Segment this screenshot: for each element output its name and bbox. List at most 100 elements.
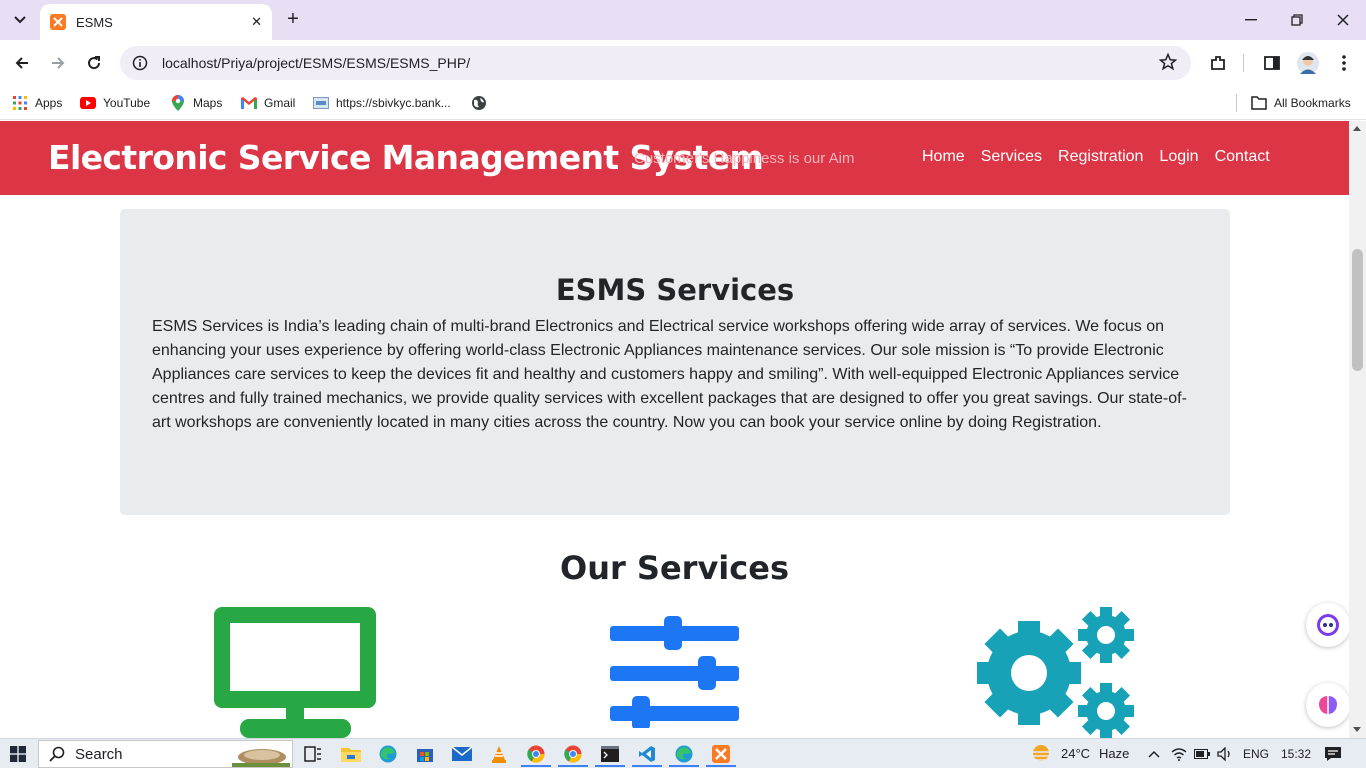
profile-avatar[interactable] <box>1295 50 1321 76</box>
bookmark-gmail[interactable]: Gmail <box>241 93 295 113</box>
bookmark-label: Gmail <box>264 96 296 110</box>
taskbar-search[interactable]: Search <box>38 740 293 768</box>
nav-login[interactable]: Login <box>1159 148 1198 166</box>
scroll-down-icon[interactable] <box>1353 727 1361 732</box>
all-bookmarks-label: All Bookmarks <box>1274 96 1351 110</box>
brain-extension-button[interactable] <box>1306 683 1349 727</box>
weather-temp[interactable]: 24°C <box>1061 746 1090 761</box>
file-explorer-icon[interactable] <box>340 743 362 765</box>
new-tab-icon[interactable]: + <box>282 8 304 32</box>
page-scrollbar[interactable] <box>1349 121 1366 738</box>
browser-toolbar: localhost/Priya/project/ESMS/ESMS/ESMS_P… <box>0 40 1366 86</box>
gears-icon <box>974 607 1136 738</box>
bookmark-sbi[interactable]: https://sbivkyc.bank... <box>313 93 451 113</box>
bookmark-label: Apps <box>35 96 63 110</box>
site-info-icon[interactable] <box>132 55 148 71</box>
bookmark-youtube[interactable]: YouTube <box>80 93 150 113</box>
scroll-thumb[interactable] <box>1352 249 1363 371</box>
folder-icon <box>1251 95 1267 111</box>
extensions-icon[interactable] <box>1205 50 1231 76</box>
scroll-up-icon[interactable] <box>1353 126 1361 131</box>
speaker-icon[interactable] <box>1214 743 1236 765</box>
weather-desc[interactable]: Haze <box>1099 746 1129 761</box>
side-panel-icon[interactable] <box>1259 50 1285 76</box>
edge-dev-indicator <box>669 765 699 767</box>
toolbar-divider <box>1243 54 1244 72</box>
reload-icon[interactable] <box>81 50 107 76</box>
terminal-icon[interactable] <box>599 743 621 765</box>
browser-tab[interactable]: ESMS ✕ <box>40 4 272 40</box>
windows-taskbar: Search 24°C Haze ENG 15:32 <box>0 738 1366 768</box>
restore-icon[interactable] <box>1282 8 1312 32</box>
site-menu: Home Services Registration Login Contact <box>922 148 1286 166</box>
bank-site-icon <box>313 95 329 111</box>
xampp-icon[interactable] <box>710 743 732 765</box>
minimize-icon[interactable] <box>1236 8 1266 32</box>
search-label: Search <box>75 745 123 763</box>
battery-icon[interactable] <box>1191 743 1213 765</box>
jumbotron-title: ESMS Services <box>555 273 795 307</box>
nav-services[interactable]: Services <box>981 148 1042 166</box>
nav-contact[interactable]: Contact <box>1215 148 1270 166</box>
bookmark-apps[interactable]: Apps <box>12 93 62 113</box>
edge-dev-icon[interactable] <box>673 743 695 765</box>
task-view-icon[interactable] <box>302 743 324 765</box>
sliders-icon <box>610 616 740 733</box>
bookmark-label: YouTube <box>103 96 151 110</box>
assistant-bot-button[interactable] <box>1306 603 1349 647</box>
wifi-icon[interactable] <box>1168 743 1190 765</box>
notifications-icon[interactable] <box>1322 743 1344 765</box>
all-bookmarks[interactable]: All Bookmarks <box>1251 93 1351 113</box>
chrome-profile-taskbar-icon[interactable] <box>562 743 584 765</box>
bookmark-label: Maps <box>193 96 223 110</box>
jumbotron-text: ESMS Services is India’s leading chain o… <box>152 318 1187 431</box>
chrome-menu-icon[interactable] <box>1331 50 1357 76</box>
bookmarks-bar: Apps YouTube Maps Gmail https://sbivkyc.… <box>0 86 1366 120</box>
apps-grid-icon <box>12 95 28 111</box>
jumbotron: ESMS Services ESMS Services is India’s l… <box>120 209 1230 515</box>
windows-start-icon[interactable] <box>10 746 26 767</box>
clock[interactable]: 15:32 <box>1281 747 1311 761</box>
search-icon <box>49 746 65 762</box>
store-icon[interactable] <box>414 743 436 765</box>
tray-chevron-icon[interactable] <box>1143 743 1165 765</box>
bookmark-globe[interactable] <box>471 93 494 113</box>
maps-icon <box>170 95 186 111</box>
weather-haze-icon[interactable] <box>1030 743 1052 765</box>
forward-icon[interactable] <box>45 50 71 76</box>
monitor-icon <box>214 607 376 738</box>
nav-registration[interactable]: Registration <box>1058 148 1143 166</box>
globe-icon <box>471 95 487 111</box>
close-window-icon[interactable] <box>1328 8 1358 32</box>
services-title: Our Services <box>560 549 789 587</box>
youtube-icon <box>80 95 96 111</box>
mail-icon[interactable] <box>451 743 473 765</box>
tab-close-icon[interactable]: ✕ <box>251 14 262 30</box>
site-navbar: Electronic Service Management System Cus… <box>0 121 1349 195</box>
tab-search-chevron-icon[interactable] <box>8 8 32 32</box>
chrome-profile-indicator <box>558 765 588 767</box>
xampp-favicon-icon <box>50 14 66 30</box>
brain-icon <box>1319 696 1337 714</box>
bookmark-star-icon[interactable] <box>1158 52 1178 76</box>
vlc-icon[interactable] <box>488 743 510 765</box>
chrome-active-indicator <box>521 765 551 767</box>
language-indicator[interactable]: ENG <box>1243 747 1269 761</box>
vscode-icon[interactable] <box>636 743 658 765</box>
gmail-icon <box>241 95 257 111</box>
vscode-indicator <box>632 765 662 767</box>
bookmark-label: https://sbivkyc.bank... <box>336 96 451 110</box>
back-icon[interactable] <box>9 50 35 76</box>
bookmark-maps[interactable]: Maps <box>170 93 222 113</box>
chrome-taskbar-icon[interactable] <box>525 743 547 765</box>
url-text[interactable]: localhost/Priya/project/ESMS/ESMS/ESMS_P… <box>162 55 470 71</box>
edge-icon[interactable] <box>377 743 399 765</box>
bookmarks-divider <box>1236 94 1237 112</box>
terminal-indicator <box>595 765 625 767</box>
browser-tab-strip: ESMS ✕ + <box>0 0 1366 40</box>
pangolin-search-highlight-icon <box>232 749 290 767</box>
xampp-indicator <box>706 765 736 767</box>
site-tagline: Customer's Happiness is our Aim <box>634 150 855 167</box>
nav-home[interactable]: Home <box>922 148 965 166</box>
address-bar[interactable]: localhost/Priya/project/ESMS/ESMS/ESMS_P… <box>120 46 1191 80</box>
